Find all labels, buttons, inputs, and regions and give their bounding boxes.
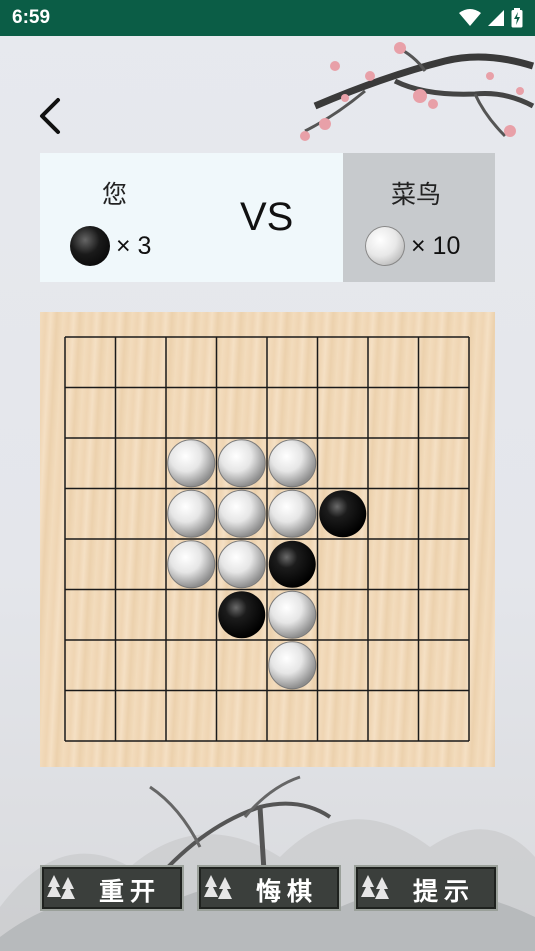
white-stone[interactable]: [268, 489, 317, 538]
signal-icon: [488, 10, 504, 26]
status-time: 6:59: [12, 7, 51, 28]
black-stone[interactable]: [268, 540, 316, 588]
vs-label: VS: [240, 195, 294, 239]
ai-stone-count: × 10: [365, 226, 460, 266]
chevron-left-icon: [40, 98, 60, 134]
player-stone-count: × 3: [70, 226, 151, 266]
pine-tree-icon: [47, 875, 75, 899]
status-icons: [459, 8, 523, 28]
white-stone[interactable]: [167, 439, 216, 488]
player-panel: 您 × 3 VS: [40, 153, 343, 282]
plum-blossom-decoration: [300, 42, 535, 141]
restart-button[interactable]: 重开: [40, 865, 184, 911]
white-stone[interactable]: [217, 489, 266, 538]
player-count-text: × 3: [116, 231, 152, 260]
ai-name: 菜鸟: [391, 180, 442, 209]
white-stone-icon: [365, 226, 405, 266]
white-stone[interactable]: [268, 590, 317, 639]
wifi-icon: [459, 9, 481, 26]
white-stone[interactable]: [217, 540, 266, 589]
black-stone-icon: [70, 226, 110, 266]
white-stone[interactable]: [167, 540, 216, 589]
ai-count-text: × 10: [411, 231, 461, 260]
white-stone[interactable]: [167, 489, 216, 538]
ink-mountain-decoration: [0, 775, 535, 951]
ai-panel: 菜鸟 × 10: [343, 153, 495, 282]
black-stone[interactable]: [319, 490, 367, 538]
black-stone[interactable]: [218, 591, 266, 639]
undo-button[interactable]: 悔棋: [197, 865, 341, 911]
game-board[interactable]: [40, 312, 495, 767]
score-panel: 您 × 3 VS 菜鸟 × 10: [40, 153, 495, 282]
hint-button[interactable]: 提示: [354, 865, 498, 911]
status-bar: 6:59: [0, 0, 535, 36]
battery-charging-icon: [511, 8, 523, 28]
pine-tree-icon: [204, 875, 232, 899]
undo-label: 悔棋: [255, 877, 318, 906]
white-stone[interactable]: [268, 641, 317, 690]
white-stone[interactable]: [268, 439, 317, 488]
hint-label: 提示: [412, 877, 475, 906]
player-name: 您: [102, 180, 128, 209]
back-button[interactable]: [30, 92, 74, 140]
white-stone[interactable]: [217, 439, 266, 488]
board-grid[interactable]: [40, 312, 495, 767]
restart-label: 重开: [98, 877, 161, 906]
pine-tree-icon: [361, 875, 389, 899]
